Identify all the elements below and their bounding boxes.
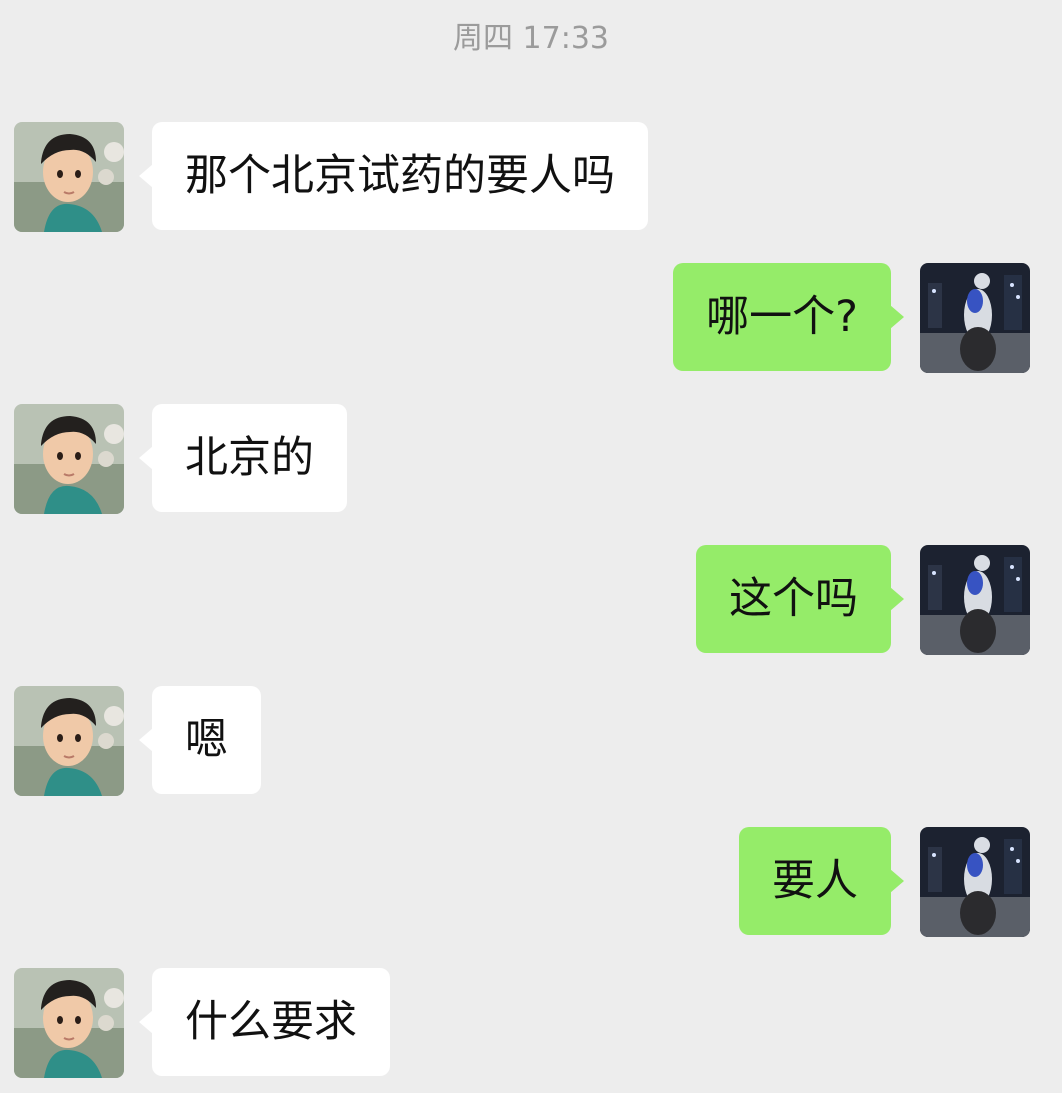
message-row-incoming: 嗯 [0, 686, 1062, 796]
my-avatar[interactable] [920, 827, 1030, 937]
message-row-outgoing: 哪一个? [0, 263, 1062, 373]
message-row-outgoing: 要人 [0, 827, 1062, 937]
message-row-incoming: 那个北京试药的要人吗 [0, 122, 1062, 232]
my-avatar[interactable] [920, 263, 1030, 373]
message-row-incoming: 什么要求 [0, 968, 1062, 1078]
message-bubble-outgoing[interactable]: 哪一个? [673, 263, 904, 371]
contact-avatar[interactable] [14, 122, 124, 232]
contact-avatar[interactable] [14, 686, 124, 796]
message-bubble-incoming[interactable]: 嗯 [139, 686, 261, 794]
message-bubble-incoming[interactable]: 北京的 [139, 404, 347, 512]
chat-timestamp: 周四 17:33 [453, 21, 609, 56]
message-row-outgoing: 这个吗 [0, 545, 1062, 655]
contact-avatar[interactable] [14, 968, 124, 1078]
my-avatar[interactable] [920, 545, 1030, 655]
message-bubble-outgoing[interactable]: 要人 [739, 827, 904, 935]
message-bubble-incoming[interactable]: 什么要求 [139, 968, 390, 1076]
message-row-incoming: 北京的 [0, 404, 1062, 514]
message-bubble-outgoing[interactable]: 这个吗 [696, 545, 904, 653]
contact-avatar[interactable] [14, 404, 124, 514]
message-bubble-incoming[interactable]: 那个北京试药的要人吗 [139, 122, 648, 230]
